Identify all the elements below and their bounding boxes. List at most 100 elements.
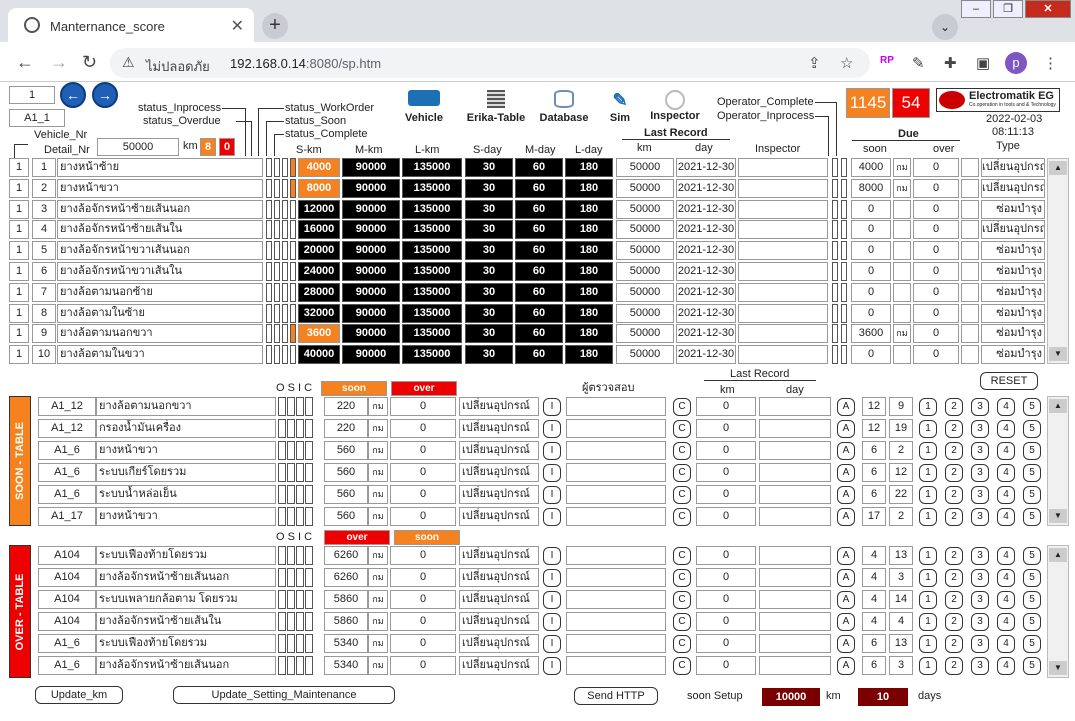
- status-flag[interactable]: [266, 158, 272, 177]
- osic-flag[interactable]: [305, 634, 313, 653]
- inspect-button[interactable]: I: [543, 464, 561, 482]
- step-button-1[interactable]: 1: [919, 635, 937, 653]
- osic-flag[interactable]: [278, 507, 286, 526]
- operator-inprocess-flag[interactable]: [841, 199, 847, 219]
- sday-cell[interactable]: 30: [465, 282, 513, 302]
- status-soon-flag[interactable]: [290, 220, 296, 240]
- database-tool[interactable]: Database: [538, 90, 590, 124]
- page-number-input[interactable]: 1: [9, 86, 55, 104]
- step-button-2[interactable]: 2: [945, 442, 963, 460]
- tab-search-button[interactable]: ⌄: [932, 14, 958, 40]
- osic-flag[interactable]: [287, 463, 295, 482]
- osic-flag[interactable]: [305, 656, 313, 675]
- sidepanel-icon[interactable]: ▣: [976, 54, 990, 72]
- inspector-cell[interactable]: [738, 178, 828, 198]
- operator-complete-flag[interactable]: [832, 303, 838, 323]
- step-button-5[interactable]: 5: [1023, 657, 1041, 675]
- mkm-cell[interactable]: 90000: [342, 262, 400, 281]
- lkm-cell[interactable]: 135000: [402, 199, 462, 219]
- over-scroll-down-icon[interactable]: ▼: [1049, 661, 1067, 675]
- osic-flag[interactable]: [287, 441, 295, 460]
- approve-button[interactable]: A: [837, 464, 855, 482]
- lday-cell[interactable]: 180: [565, 303, 613, 323]
- inspector-field[interactable]: [566, 419, 666, 438]
- step-button-2[interactable]: 2: [945, 547, 963, 565]
- status-flag[interactable]: [266, 262, 272, 281]
- inspector-field[interactable]: [566, 568, 666, 587]
- mday-cell[interactable]: 60: [515, 262, 563, 281]
- osic-flag[interactable]: [296, 590, 304, 609]
- step-button-3[interactable]: 3: [971, 442, 989, 460]
- osic-flag[interactable]: [305, 441, 313, 460]
- osic-flag[interactable]: [305, 397, 313, 416]
- osic-flag[interactable]: [305, 419, 313, 438]
- mday-cell[interactable]: 60: [515, 324, 563, 344]
- step-button-3[interactable]: 3: [971, 569, 989, 587]
- status-soon-flag[interactable]: [290, 199, 296, 219]
- inspector-field[interactable]: [566, 441, 666, 460]
- operator-complete-flag[interactable]: [832, 282, 838, 302]
- status-soon-flag[interactable]: [290, 324, 296, 344]
- puzzle-icon[interactable]: ✚: [944, 54, 957, 72]
- status-flag[interactable]: [266, 178, 272, 198]
- osic-flag[interactable]: [278, 568, 286, 587]
- lkm-cell[interactable]: 135000: [402, 324, 462, 344]
- lday-cell[interactable]: 180: [565, 241, 613, 261]
- operator-complete-flag[interactable]: [832, 220, 838, 240]
- status-flag[interactable]: [266, 324, 272, 344]
- step-button-4[interactable]: 4: [997, 657, 1015, 675]
- skm-cell[interactable]: 20000: [298, 241, 340, 261]
- step-button-2[interactable]: 2: [945, 420, 963, 438]
- step-button-5[interactable]: 5: [1023, 464, 1041, 482]
- operator-inprocess-flag[interactable]: [841, 220, 847, 240]
- step-button-4[interactable]: 4: [997, 508, 1015, 526]
- sday-cell[interactable]: 30: [465, 178, 513, 198]
- status-flag[interactable]: [282, 282, 288, 302]
- osic-flag[interactable]: [305, 590, 313, 609]
- new-tab-button[interactable]: +: [262, 13, 288, 39]
- approve-button[interactable]: A: [837, 420, 855, 438]
- lday-cell[interactable]: 180: [565, 324, 613, 344]
- status-flag[interactable]: [282, 345, 288, 365]
- osic-flag[interactable]: [287, 568, 295, 587]
- update-setting-button[interactable]: Update_Setting_Maintenance: [173, 686, 395, 704]
- status-flag[interactable]: [282, 158, 288, 177]
- status-flag[interactable]: [274, 178, 280, 198]
- inspector-cell[interactable]: [738, 262, 828, 281]
- status-soon-flag[interactable]: [290, 282, 296, 302]
- operator-inprocess-flag[interactable]: [841, 324, 847, 344]
- step-button-1[interactable]: 1: [919, 508, 937, 526]
- osic-flag[interactable]: [296, 397, 304, 416]
- inspect-button[interactable]: I: [543, 486, 561, 504]
- back-icon[interactable]: ←: [16, 52, 34, 73]
- step-button-3[interactable]: 3: [971, 635, 989, 653]
- osic-flag[interactable]: [305, 546, 313, 565]
- lkm-cell[interactable]: 135000: [402, 178, 462, 198]
- step-button-1[interactable]: 1: [919, 464, 937, 482]
- status-flag[interactable]: [274, 282, 280, 302]
- status-flag[interactable]: [282, 199, 288, 219]
- step-button-2[interactable]: 2: [945, 486, 963, 504]
- lday-cell[interactable]: 180: [565, 220, 613, 240]
- inspector-cell[interactable]: [738, 199, 828, 219]
- osic-flag[interactable]: [278, 590, 286, 609]
- skm-cell[interactable]: 28000: [298, 282, 340, 302]
- operator-complete-flag[interactable]: [832, 324, 838, 344]
- status-soon-flag[interactable]: [290, 345, 296, 365]
- mday-cell[interactable]: 60: [515, 241, 563, 261]
- inspector-field[interactable]: [566, 546, 666, 565]
- main-scrollbar[interactable]: ▲ ▼: [1047, 158, 1069, 364]
- osic-flag[interactable]: [296, 463, 304, 482]
- step-button-5[interactable]: 5: [1023, 613, 1041, 631]
- step-button-5[interactable]: 5: [1023, 442, 1041, 460]
- step-button-5[interactable]: 5: [1023, 398, 1041, 416]
- mkm-cell[interactable]: 90000: [342, 345, 400, 365]
- soon-setup-km-input[interactable]: 10000: [762, 688, 820, 706]
- step-button-3[interactable]: 3: [971, 613, 989, 631]
- skm-cell[interactable]: 12000: [298, 199, 340, 219]
- update-km-button[interactable]: Update_km: [35, 686, 123, 704]
- status-flag[interactable]: [282, 178, 288, 198]
- skm-cell[interactable]: 40000: [298, 345, 340, 365]
- operator-complete-flag[interactable]: [832, 158, 838, 177]
- step-button-1[interactable]: 1: [919, 398, 937, 416]
